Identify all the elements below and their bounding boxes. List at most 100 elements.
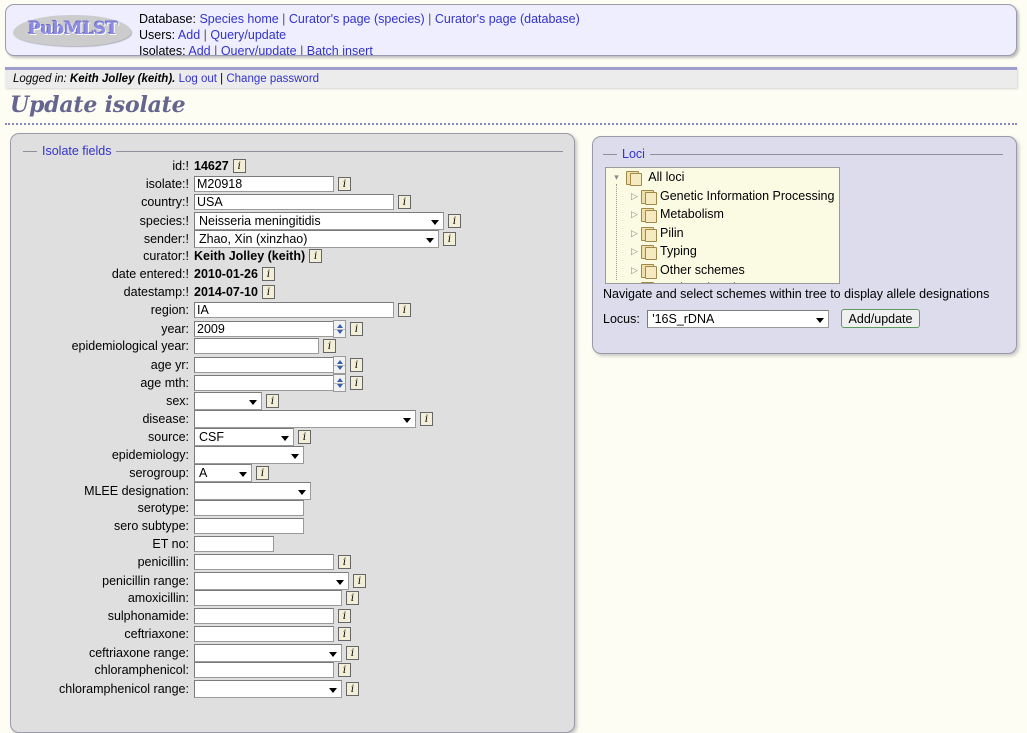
tree-node-loci-not-in-schemes[interactable]: ▷ Loci not in schemes [606,279,839,283]
info-icon-epidemiological-year[interactable]: i [323,339,336,353]
field-select-sender[interactable]: Zhao, Xin (xinzhao) [194,230,439,248]
spinner-year[interactable] [333,320,346,338]
info-icon-isolate[interactable]: i [338,177,351,191]
info-icon-amoxicillin[interactable]: i [346,591,359,605]
spinner-down-icon[interactable] [336,384,343,388]
field-input-sulphonamide[interactable] [194,608,334,624]
tree-node-typing[interactable]: ▷ Typing [606,242,839,261]
field-label-penicillin-range: penicillin range: [102,574,189,588]
field-input-serotype[interactable] [194,500,304,516]
field-row-serogroup: serogroup: Ai [23,464,563,482]
field-input-year[interactable] [194,321,334,337]
nav-link-isolates-batch-insert[interactable]: Batch insert [307,44,373,55]
info-icon-chloramphenicol-range[interactable]: i [346,682,359,696]
field-row-disease: disease: i [23,410,563,428]
info-icon-ceftriaxone[interactable]: i [338,627,351,641]
tree-node-metabolism[interactable]: ▷ Metabolism [606,205,839,224]
field-label-age-mth: age mth: [140,376,189,390]
info-icon-date-entered[interactable]: i [261,266,275,281]
info-icon-year[interactable]: i [350,322,363,336]
spinner-up-icon[interactable] [336,324,343,328]
tree-node-all-loci[interactable]: ▾ All loci [606,168,839,187]
info-icon-age-yr[interactable]: i [350,358,363,372]
spinner-up-icon[interactable] [336,360,343,364]
field-input-ceftriaxone[interactable] [194,626,334,642]
field-label-year: year: [161,322,189,336]
info-icon-sender[interactable]: i [443,232,456,246]
info-icon-datestamp[interactable]: i [261,284,275,299]
field-select-ceftriaxone-range[interactable] [194,644,342,662]
info-icon-sulphonamide[interactable]: i [338,609,351,623]
field-select-source[interactable]: CSF [194,428,294,446]
select-value-serogroup: A [199,466,208,480]
field-select-sex[interactable] [194,392,262,410]
info-icon-penicillin[interactable]: i [338,555,351,569]
field-select-chloramphenicol-range[interactable] [194,680,342,698]
field-select-disease[interactable] [194,410,416,428]
info-icon-penicillin-range[interactable]: i [353,574,366,588]
tree-node-other-schemes[interactable]: ▷ Other schemes [606,261,839,280]
field-select-epidemiology[interactable] [194,446,304,464]
field-row-source: source: CSF i [23,428,563,446]
field-input-isolate[interactable] [194,176,334,192]
field-input-age-mth[interactable] [194,375,334,391]
nav-link-isolates-add[interactable]: Add [188,44,210,55]
info-icon-disease[interactable]: i [420,412,433,426]
field-value-id: 14627 [194,158,229,173]
field-label-source: source: [148,430,189,444]
loci-tree[interactable]: ▾ All loci ▷ Genetic Information Processi… [605,167,840,284]
expander-collapsed-icon[interactable]: ▷ [629,187,640,206]
locus-select[interactable]: '16S_rDNA [647,309,830,328]
field-input-country[interactable] [194,194,394,210]
info-icon-id[interactable]: i [232,158,246,173]
field-row-date-entered: date entered:! 2010-01-26 i [23,266,563,284]
expander-collapsed-icon[interactable]: ▷ [629,279,640,283]
field-input-sero-subtype[interactable] [194,518,304,534]
field-input-amoxicillin[interactable] [194,590,342,606]
field-input-region[interactable] [194,302,394,318]
expander-collapsed-icon[interactable]: ▷ [629,242,640,261]
field-input-chloramphenicol[interactable] [194,662,334,678]
nav-separator: | [300,44,304,56]
expander-collapsed-icon[interactable]: ▷ [629,224,640,243]
nav-link-curators-page-database[interactable]: Curator's page (database) [435,12,580,26]
spinner-age-yr[interactable] [333,356,346,374]
nav-link-species-home[interactable]: Species home [199,12,278,26]
field-input-et-no[interactable] [194,536,274,552]
add-update-button[interactable]: Add/update [840,309,921,328]
logout-link[interactable]: Log out [179,73,217,85]
spinner-down-icon[interactable] [336,330,343,334]
field-select-mlee-designation[interactable] [194,482,311,500]
expander-expanded-icon[interactable]: ▾ [611,168,622,187]
info-icon-curator[interactable]: i [309,248,323,263]
tree-node-pilin[interactable]: ▷ Pilin [606,224,839,243]
expander-collapsed-icon[interactable]: ▷ [629,205,640,224]
nav-link-users-query-update[interactable]: Query/update [210,28,286,42]
info-icon-chloramphenicol[interactable]: i [338,663,351,677]
info-icon-serogroup[interactable]: i [256,466,269,480]
spinner-down-icon[interactable] [336,366,343,370]
field-input-age-yr[interactable] [194,357,334,373]
change-password-link[interactable]: Change password [226,73,319,85]
info-icon-species[interactable]: i [448,214,461,228]
field-label-isolate: isolate:! [145,177,189,191]
field-select-species[interactable]: Neisseria meningitidis [194,212,444,230]
info-icon-sex[interactable]: i [266,394,279,408]
info-icon-country[interactable]: i [398,195,411,209]
field-select-serogroup[interactable]: A [194,464,252,482]
nav-link-users-add[interactable]: Add [178,28,200,42]
info-icon-ceftriaxone-range[interactable]: i [346,646,359,660]
spinner-up-icon[interactable] [336,378,343,382]
field-input-epidemiological-year[interactable] [194,338,319,354]
spinner-age-mth[interactable] [333,374,346,392]
tree-node-genetic-information-processing[interactable]: ▷ Genetic Information Processing [606,187,839,206]
nav-link-isolates-query-update[interactable]: Query/update [221,44,297,55]
info-icon-region[interactable]: i [398,303,411,317]
info-icon-source[interactable]: i [298,430,311,444]
expander-collapsed-icon[interactable]: ▷ [629,261,640,280]
field-input-penicillin[interactable] [194,554,334,570]
field-select-penicillin-range[interactable] [194,572,349,590]
folder-icon [641,189,657,205]
info-icon-age-mth[interactable]: i [350,376,363,390]
nav-link-curators-page-species[interactable]: Curator's page (species) [289,12,425,26]
